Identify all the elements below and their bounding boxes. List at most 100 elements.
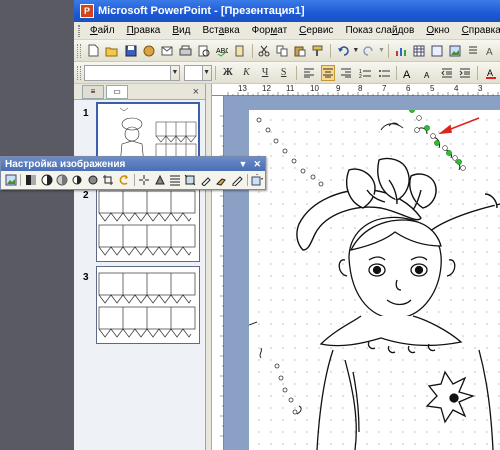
format-picture-icon[interactable] <box>184 173 196 187</box>
toolbar-separator <box>214 65 216 80</box>
slide-canvas[interactable] <box>249 110 500 450</box>
toolbar-separator <box>396 65 397 80</box>
redo-icon[interactable] <box>362 43 376 59</box>
reset-picture-icon[interactable] <box>251 173 264 187</box>
redo-dropdown-icon[interactable]: ▼ <box>378 47 386 54</box>
toolbar-separator <box>133 174 135 186</box>
line-style-icon[interactable] <box>169 173 181 187</box>
menu-slideshow[interactable]: Показ слайдов <box>339 25 420 36</box>
shadow-button[interactable]: S <box>276 65 291 81</box>
pencil-icon[interactable] <box>231 173 243 187</box>
numbered-list-icon[interactable]: 12 <box>358 65 373 81</box>
rotate-left-icon[interactable] <box>118 173 130 187</box>
font-name-dropdown-icon[interactable]: ▼ <box>170 64 180 81</box>
toolbar-separator <box>20 174 22 186</box>
pane-tabs: ≡ ▭ × <box>74 84 205 100</box>
show-formatting-icon[interactable]: A <box>484 43 498 59</box>
format-painter-icon[interactable] <box>311 43 325 59</box>
text-wrapping-icon[interactable] <box>153 173 165 187</box>
color-icon[interactable] <box>25 173 37 187</box>
slide-number: 1 <box>83 108 89 119</box>
align-center-icon[interactable] <box>320 64 336 81</box>
underline-button[interactable]: Ч <box>258 65 273 81</box>
spelling-icon[interactable]: ABC <box>215 43 229 59</box>
cut-icon[interactable] <box>257 43 271 59</box>
insert-image-icon[interactable] <box>448 43 462 59</box>
font-size-combo[interactable] <box>183 64 203 81</box>
slide-thumbnail-3[interactable] <box>96 266 200 344</box>
close-icon[interactable]: ✕ <box>253 159 261 170</box>
toolbar-separator <box>246 174 248 186</box>
paste-icon[interactable] <box>293 43 307 59</box>
toolbar-grip[interactable] <box>77 65 81 80</box>
powerpoint-app-icon[interactable]: P <box>80 4 94 18</box>
svg-text:ABC: ABC <box>216 48 228 55</box>
menu-window[interactable]: Окно <box>420 25 455 36</box>
print-preview-icon[interactable] <box>197 43 211 59</box>
vertical-ruler <box>212 96 224 450</box>
title-bar: P Microsoft PowerPoint - [Презентация1] <box>74 0 500 22</box>
increase-indent-icon[interactable] <box>458 65 473 81</box>
font-size-dropdown-icon[interactable]: ▼ <box>202 64 212 81</box>
ruler-label: 12 <box>262 84 271 93</box>
permission-icon[interactable] <box>142 43 156 59</box>
insert-table-icon[interactable] <box>412 43 426 59</box>
horizontal-ruler: 13 12 11 10 9 8 7 6 5 4 3 <box>212 84 500 96</box>
save-icon[interactable] <box>124 43 138 59</box>
slide-thumbnail-2[interactable] <box>96 184 200 262</box>
crop-icon[interactable] <box>102 173 114 187</box>
open-folder-icon[interactable] <box>104 43 120 59</box>
formatting-toolbar: ▼ ▼ Ж К Ч S 12 A A A <box>74 62 500 84</box>
bulleted-list-icon[interactable] <box>376 65 391 81</box>
picture-toolbar-titlebar[interactable]: Настройка изображения ▼ ✕ <box>1 157 265 171</box>
svg-text:A: A <box>487 68 493 78</box>
toolbar-separator <box>296 65 297 80</box>
menu-format[interactable]: Формат <box>246 25 294 36</box>
font-color-icon[interactable]: A <box>483 65 498 81</box>
less-contrast-icon[interactable] <box>56 173 68 187</box>
chevron-down-icon[interactable]: ▼ <box>239 159 248 170</box>
set-transparent-color-icon[interactable] <box>200 173 212 187</box>
slide-number: 2 <box>83 190 89 201</box>
undo-dropdown-icon[interactable]: ▼ <box>352 47 360 54</box>
powerpoint-window: P Microsoft PowerPoint - [Презентация1] … <box>74 0 500 450</box>
decrease-font-icon[interactable]: A <box>421 65 436 81</box>
bold-button[interactable]: Ж <box>221 65 236 81</box>
more-brightness-icon[interactable] <box>71 173 83 187</box>
font-name-combo[interactable] <box>83 64 171 81</box>
tables-borders-icon[interactable] <box>430 43 444 59</box>
toolbar-separator <box>251 43 253 58</box>
align-right-icon[interactable] <box>339 65 354 81</box>
email-icon[interactable] <box>160 43 174 59</box>
italic-button[interactable]: К <box>239 65 254 81</box>
increase-font-icon[interactable]: A <box>402 65 417 81</box>
compress-pictures-icon[interactable] <box>138 173 150 187</box>
copy-icon[interactable] <box>275 43 289 59</box>
research-icon[interactable] <box>233 43 247 59</box>
close-pane-icon[interactable]: × <box>193 86 199 98</box>
menu-edit[interactable]: Правка <box>121 25 167 36</box>
menubar-grip[interactable] <box>78 24 80 37</box>
insert-picture-icon[interactable] <box>5 173 17 187</box>
recolor-icon[interactable] <box>215 173 227 187</box>
expand-all-icon[interactable] <box>466 43 480 59</box>
toolbar-separator <box>388 43 389 58</box>
align-left-icon[interactable] <box>302 65 317 81</box>
undo-icon[interactable] <box>336 43 350 59</box>
decrease-indent-icon[interactable] <box>439 65 454 81</box>
picture-toolbar: Настройка изображения ▼ ✕ <box>0 156 266 190</box>
menu-file[interactable]: Файл <box>84 25 121 36</box>
more-contrast-icon[interactable] <box>40 173 53 187</box>
ruler-label: 13 <box>238 84 247 93</box>
menu-insert[interactable]: Вставка <box>196 25 245 36</box>
new-document-icon[interactable] <box>86 43 100 59</box>
insert-chart-icon[interactable] <box>394 43 408 59</box>
print-icon[interactable] <box>178 43 193 59</box>
tab-outline[interactable]: ≡ <box>82 84 104 99</box>
menu-view[interactable]: Вид <box>166 25 196 36</box>
toolbar-grip[interactable] <box>77 43 81 58</box>
tab-slides[interactable]: ▭ <box>106 84 128 99</box>
less-brightness-icon[interactable] <box>87 173 99 187</box>
menu-help[interactable]: Справка <box>456 25 500 36</box>
menu-tools[interactable]: Сервис <box>293 25 339 36</box>
